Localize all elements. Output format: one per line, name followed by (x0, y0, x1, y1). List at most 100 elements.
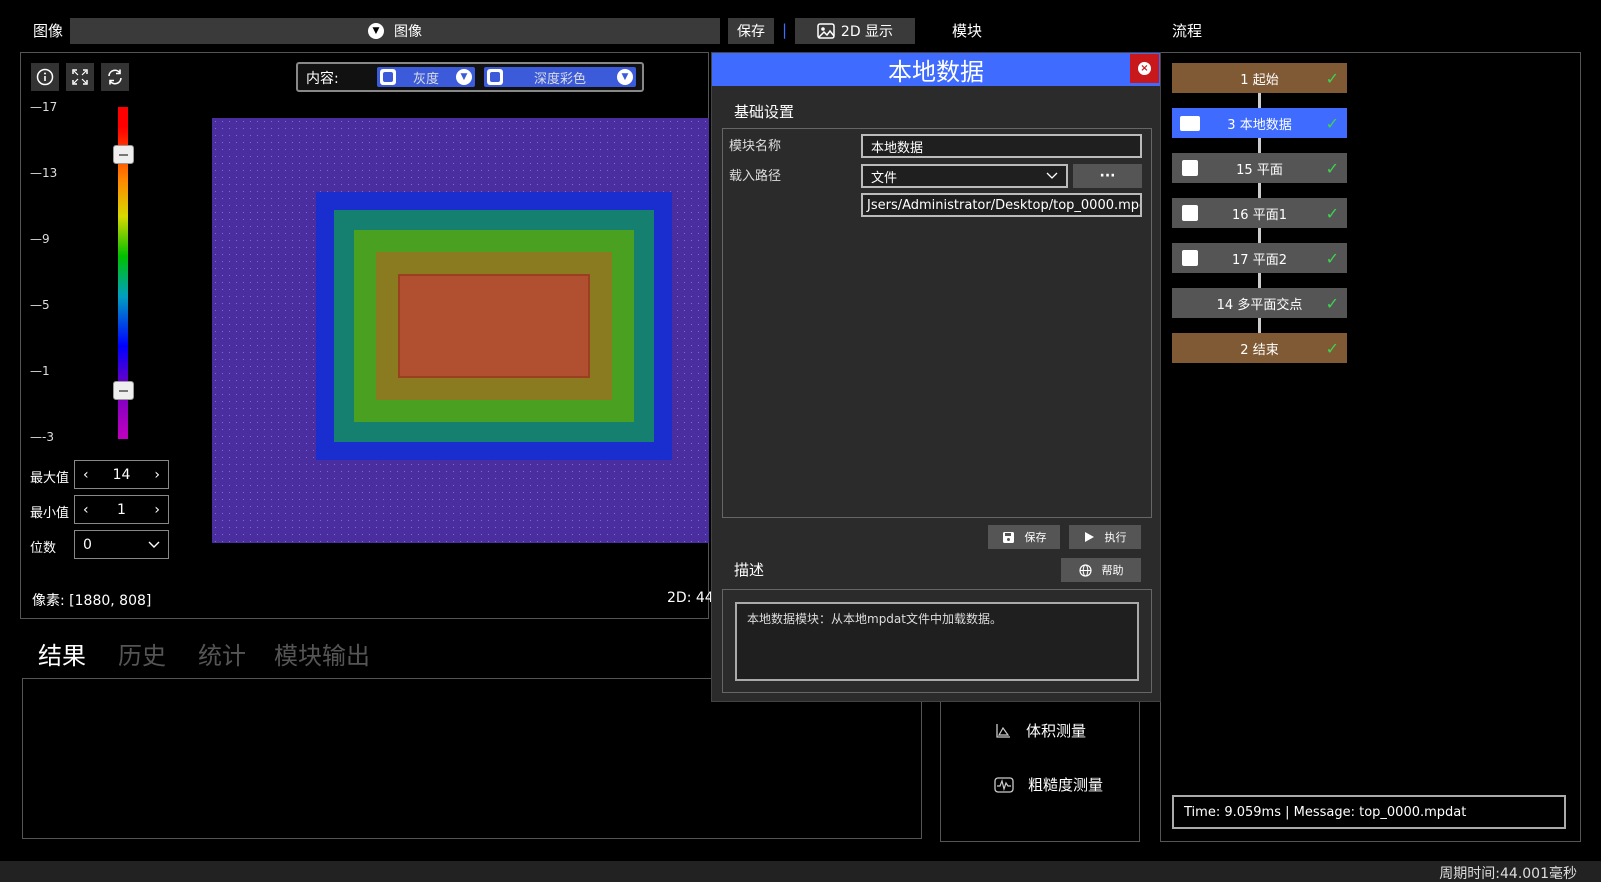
depth-top-plane (398, 274, 590, 378)
chevron-right-icon[interactable]: › (154, 502, 160, 518)
chevron-left-icon[interactable]: ‹ (83, 502, 89, 518)
flow-section-label: 流程 (1172, 22, 1203, 40)
chevron-down-icon: ▼ (368, 23, 384, 39)
image-source-value: 图像 (394, 24, 422, 40)
flow-node-multiplane-intersection[interactable]: 14 多平面交点 ✓ (1172, 288, 1347, 318)
fullscreen-button[interactable] (66, 63, 94, 91)
chevron-down-icon (1046, 172, 1058, 179)
lower-range-handle[interactable] (113, 381, 134, 400)
module-name-input[interactable]: 本地数据 (861, 134, 1142, 158)
scale-tick: —1 (30, 364, 50, 378)
check-icon: ✓ (1325, 158, 1339, 178)
chevron-right-icon[interactable]: › (154, 467, 160, 483)
save-icon (1002, 531, 1014, 543)
settings-form: 模块名称 本地数据 载入路径 文件 ··· Jsers/Administrato… (722, 128, 1152, 518)
gray-chip-label: 灰度 (412, 71, 439, 87)
tab-history[interactable]: 历史 (118, 636, 166, 671)
upper-range-handle[interactable] (113, 145, 134, 164)
dialog-save-button[interactable]: 保存 (988, 525, 1060, 549)
browse-button[interactable]: ··· (1073, 164, 1142, 188)
module-section-label: 模块 (952, 22, 983, 40)
tab-module-output[interactable]: 模块输出 (274, 636, 370, 671)
depth-image-view[interactable] (212, 118, 709, 543)
flow-node-checkbox[interactable] (1182, 250, 1198, 266)
digits-label: 位数 (30, 541, 57, 556)
flow-status-message: Time: 9.059ms | Message: top_0000.mpdat (1172, 795, 1566, 829)
flow-node-label: 15 平面 (1236, 162, 1283, 178)
image-source-select[interactable]: ▼ 图像 (70, 18, 720, 44)
chevron-left-icon[interactable]: ‹ (83, 467, 89, 483)
path-input[interactable]: Jsers/Administrator/Desktop/top_0000.mpd… (861, 193, 1142, 217)
check-icon: ✓ (1325, 248, 1339, 268)
toolbar-separator: | (782, 21, 788, 39)
flow-node-label: 1 起始 (1240, 72, 1279, 88)
refresh-button[interactable] (101, 63, 129, 91)
tab-results[interactable]: 结果 (38, 636, 86, 671)
flow-node-checkbox[interactable] (1182, 160, 1198, 176)
dialog-title[interactable]: 本地数据 (712, 53, 1160, 86)
flow-node-plane1[interactable]: 16 平面1 ✓ (1172, 198, 1347, 228)
max-value-stepper[interactable]: ‹ 14 › (74, 460, 169, 489)
description-area: 本地数据模块：从本地mpdat文件中加载数据。 (722, 589, 1152, 693)
fullscreen-icon (72, 69, 88, 85)
flow-node-checkbox[interactable] (1182, 205, 1198, 221)
check-icon: ✓ (1325, 293, 1339, 313)
load-path-label: 载入路径 (729, 169, 782, 184)
digits-value: 0 (83, 536, 92, 553)
module-roughness-measure[interactable]: 粗糙度测量 (994, 774, 1103, 795)
help-button[interactable]: 帮助 (1061, 558, 1141, 582)
check-icon: ✓ (1325, 113, 1339, 133)
scale-tick: —-3 (30, 430, 54, 444)
flow-node-end[interactable]: 2 结束 ✓ (1172, 333, 1347, 363)
image-save-button[interactable]: 保存 (728, 18, 774, 44)
chevron-down-icon (148, 541, 160, 548)
display-2d-button[interactable]: 2D 显示 (795, 18, 915, 44)
min-value-stepper[interactable]: ‹ 1 › (74, 495, 169, 524)
flow-node-plane2[interactable]: 17 平面2 ✓ (1172, 243, 1347, 273)
description-text[interactable]: 本地数据模块：从本地mpdat文件中加载数据。 (735, 602, 1139, 681)
flow-node-label: 17 平面2 (1232, 252, 1287, 268)
dialog-close-button[interactable]: × (1130, 54, 1159, 83)
gray-channel-chip[interactable]: 灰度 ▼ (377, 67, 475, 87)
cycle-time: 周期时间:44.001毫秒 (1439, 866, 1577, 882)
check-icon: ✓ (1325, 203, 1339, 223)
depth-checkbox[interactable] (487, 69, 503, 85)
folder-icon (1180, 115, 1200, 131)
digits-select[interactable]: 0 (74, 530, 169, 559)
check-icon: ✓ (1325, 68, 1339, 88)
max-value-label: 最大值 (30, 471, 70, 486)
info-icon (36, 68, 54, 86)
module-volume-measure[interactable]: 体积测量 (994, 720, 1086, 741)
min-value-label: 最小值 (30, 506, 70, 521)
description-heading: 描述 (734, 561, 765, 579)
flow-node-label: 14 多平面交点 (1216, 297, 1303, 313)
display-2d-label: 2D 显示 (840, 24, 894, 40)
module-name-label: 模块名称 (729, 139, 782, 154)
dialog-run-button[interactable]: 执行 (1069, 525, 1141, 549)
tab-statistics[interactable]: 统计 (198, 636, 246, 671)
info-button[interactable] (31, 63, 59, 91)
content-label: 内容: (306, 71, 339, 87)
check-icon: ✓ (1325, 338, 1339, 358)
play-icon (1084, 532, 1094, 542)
close-icon: × (1138, 62, 1151, 75)
flow-node-start[interactable]: 1 起始 ✓ (1172, 63, 1347, 93)
volume-icon (996, 723, 1010, 738)
image-section-label: 图像 (33, 22, 64, 40)
chevron-down-icon[interactable]: ▼ (617, 69, 633, 85)
flow-node-label: 16 平面1 (1232, 207, 1287, 223)
load-path-type-select[interactable]: 文件 (861, 164, 1068, 188)
depth-color-chip[interactable]: 深度彩色 ▼ (484, 67, 636, 87)
dialog-run-label: 执行 (1104, 531, 1127, 544)
flow-node-label: 3 本地数据 (1227, 117, 1292, 133)
scale-tick: —9 (30, 232, 50, 246)
chevron-down-icon[interactable]: ▼ (456, 69, 472, 85)
flow-node-local-data[interactable]: 3 本地数据 ✓ (1172, 108, 1347, 138)
min-value: 1 (117, 501, 126, 518)
scale-tick: —17 (30, 100, 58, 114)
pixel-info: 像素: [1880, 808] (32, 593, 152, 609)
gray-checkbox[interactable] (380, 69, 396, 85)
flow-node-label: 2 结束 (1240, 342, 1279, 358)
flow-node-plane[interactable]: 15 平面 ✓ (1172, 153, 1347, 183)
refresh-icon (108, 69, 122, 85)
